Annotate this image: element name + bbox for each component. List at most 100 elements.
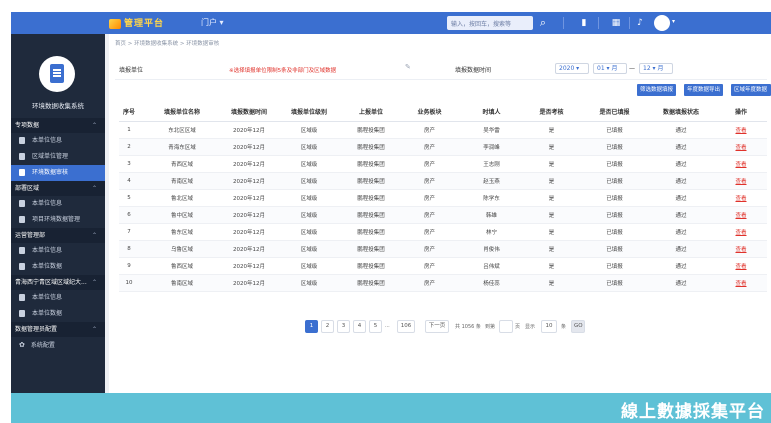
table-row[interactable]: 2 青海东区域 2020年12月 区域级 鹏程投集团 房产 李润峰 是 已填报 通过 查看 [119, 139, 767, 156]
table-row[interactable]: 6 鲁中区域 2020年12月 区域级 鹏程投集团 房产 韩雄 是 已填报 通过 查看 [119, 207, 767, 224]
app-logo[interactable]: 管理平台 [109, 16, 164, 29]
view-link[interactable]: 查看 [721, 224, 761, 240]
row-index: 6 [127, 212, 131, 218]
month-to-select[interactable]: 12 ▾ 月 [639, 63, 673, 74]
gear-icon: ✿ [19, 341, 25, 349]
filler-name: 赵玉燕 [483, 179, 500, 185]
sidebar-item-region-unit[interactable]: 区域单位管理 [11, 149, 105, 165]
view-link[interactable]: 查看 [721, 241, 761, 257]
view-link[interactable]: 查看 [721, 173, 761, 189]
business-sector: 房产 [423, 230, 435, 236]
filler-name: 王志刚 [483, 162, 500, 168]
parent-unit: 鹏程投集团 [357, 230, 385, 236]
avatar[interactable] [654, 15, 670, 31]
edit-icon[interactable]: ✎ [405, 63, 411, 71]
sidebar-item-unit-info[interactable]: 本单位信息 [11, 196, 105, 212]
file-icon [19, 310, 25, 317]
page-button[interactable]: 1 [305, 320, 318, 333]
review-status: 通过 [675, 196, 687, 202]
sidebar-item-unit-info[interactable]: 本单位信息 [11, 243, 105, 259]
sidebar-group[interactable]: 专项数据 ⌃ [11, 118, 105, 133]
chevron-down-icon[interactable]: ▾ [672, 18, 675, 25]
row-index: 9 [127, 263, 131, 269]
next-page-button[interactable]: 下一页 [425, 320, 449, 333]
sidebar-item-system-config[interactable]: ✿ 系统配置 [11, 337, 105, 353]
table-row[interactable]: 10 鲁南区域 2020年12月 区域级 鹏程投集团 房产 杨佳蕊 是 已填报 通过 查看 [119, 275, 767, 292]
parent-unit: 鹏程投集团 [357, 162, 385, 168]
sidebar-item-unit-info[interactable]: 本单位信息 [11, 133, 105, 149]
view-link[interactable]: 查看 [721, 258, 761, 274]
column-header[interactable]: 业务板块 [407, 102, 452, 121]
region-annual-export-button[interactable]: 区域年度数据导出 [731, 84, 771, 105]
column-header[interactable]: 序号 [119, 102, 139, 121]
page-button[interactable]: 4 [353, 320, 366, 333]
sidebar-item-unit-data[interactable]: 本单位数据 [11, 306, 105, 322]
sidebar-item-unit-info[interactable]: 本单位信息 [11, 290, 105, 306]
file-icon [19, 216, 25, 223]
page-button[interactable]: 106 [397, 320, 415, 333]
column-header[interactable]: 填报单位名称 [147, 102, 217, 121]
page-button[interactable]: 5 [369, 320, 382, 333]
search-icon[interactable]: ⌕ [535, 15, 551, 31]
year-select[interactable]: 2020 ▾ [555, 63, 589, 74]
column-header[interactable]: 上报单位 [341, 102, 401, 121]
sidebar-item-unit-data[interactable]: 本单位数据 [11, 259, 105, 275]
report-status: 已填报 [606, 230, 623, 236]
view-link[interactable]: 查看 [721, 139, 761, 155]
column-header[interactable]: 是否已填报 [587, 102, 642, 121]
go-button[interactable]: GO [571, 320, 585, 333]
column-header[interactable]: 操作 [721, 102, 761, 121]
assessment-flag: 是 [548, 145, 555, 151]
filler-name: 吕伟斌 [483, 264, 500, 270]
search-input[interactable]: 输入，按回车，搜索等 [447, 16, 533, 30]
stats-icon[interactable]: ▮ [577, 16, 591, 30]
table-row[interactable]: 5 鲁北区域 2020年12月 区域级 鹏程投集团 房产 陈学东 是 已填报 通过 查看 [119, 190, 767, 207]
assessment-flag: 是 [548, 264, 555, 270]
filler-name: 林宁 [485, 230, 497, 236]
unit-level: 区域级 [300, 264, 318, 270]
column-header[interactable]: 是否考核 [529, 102, 574, 121]
file-icon [19, 153, 25, 160]
view-link[interactable]: 查看 [721, 275, 761, 291]
column-header[interactable]: 时填人 [464, 102, 519, 121]
annual-export-button[interactable]: 年度数据导出 [684, 84, 724, 96]
sidebar-group[interactable]: 运营管理部 ⌃ [11, 228, 105, 243]
table-row[interactable]: 3 青西区域 2020年12月 区域级 鹏程投集团 房产 王志刚 是 已填报 通过 查看 [119, 156, 767, 173]
range-dash: — [629, 65, 635, 72]
sidebar-group[interactable]: 数据管理员配置 ⌃ [11, 322, 105, 337]
view-link[interactable]: 查看 [721, 207, 761, 223]
unit-level: 区域级 [300, 281, 318, 287]
table-row[interactable]: 7 鲁东区域 2020年12月 区域级 鹏程投集团 房产 林宁 是 已填报 通过 查看 [119, 224, 767, 241]
column-header[interactable]: 填报数据时间 [219, 102, 279, 121]
breadcrumb: 首页 > 环境数据收集系统 > 环境数据审核 [115, 41, 220, 47]
per-page-select[interactable]: 10 [541, 320, 557, 333]
main-content: 首页 > 环境数据收集系统 > 环境数据审核 填报单位 ※选择填报单位限制5条及… [109, 34, 771, 404]
report-status: 已填报 [606, 128, 623, 134]
report-time: 2020年12月 [233, 281, 265, 287]
table-row[interactable]: 1 东北区区域 2020年12月 区域级 鹏程投集团 房产 吴华雷 是 已填报 通过 查看 [119, 122, 767, 139]
report-time: 2020年12月 [233, 230, 265, 236]
page-button[interactable]: 3 [337, 320, 350, 333]
portal-menu[interactable]: 门户 ▾ [201, 17, 224, 28]
page-button[interactable]: 2 [321, 320, 334, 333]
bell-icon[interactable]: ♪ [633, 16, 647, 30]
sidebar-group[interactable]: 部署区域 ⌃ [11, 181, 105, 196]
review-status: 通过 [675, 247, 687, 253]
page-number-input[interactable] [499, 320, 513, 333]
table-row[interactable]: 8 乌鲁区域 2020年12月 区域级 鹏程投集团 房产 肖俊伟 是 已填报 通过 查看 [119, 241, 767, 258]
grid-icon[interactable]: ▦ [609, 16, 623, 30]
column-header[interactable]: 数据填报状态 [651, 102, 711, 121]
sidebar-group[interactable]: 青海西宁青区域区域纪大... ⌃ [11, 275, 105, 290]
table-row[interactable]: 4 青南区域 2020年12月 区域级 鹏程投集团 房产 赵玉燕 是 已填报 通过 查看 [119, 173, 767, 190]
month-from-select[interactable]: 01 ▾ 月 [593, 63, 627, 74]
view-link[interactable]: 查看 [721, 190, 761, 206]
table-row[interactable]: 9 鲁西区域 2020年12月 区域级 鹏程投集团 房产 吕伟斌 是 已填报 通过 查看 [119, 258, 767, 275]
report-time: 2020年12月 [233, 179, 265, 185]
column-header[interactable]: 填报单位级别 [279, 102, 339, 121]
view-link[interactable]: 查看 [721, 122, 761, 138]
sidebar-item-project-env[interactable]: 项目环境数据管理 [11, 212, 105, 228]
filter-report-button[interactable]: 筛选数据填报 [637, 84, 677, 96]
view-link[interactable]: 查看 [721, 156, 761, 172]
report-time: 2020年12月 [233, 247, 265, 253]
sidebar-item-env-review[interactable]: 环境数据审核 [11, 165, 105, 181]
